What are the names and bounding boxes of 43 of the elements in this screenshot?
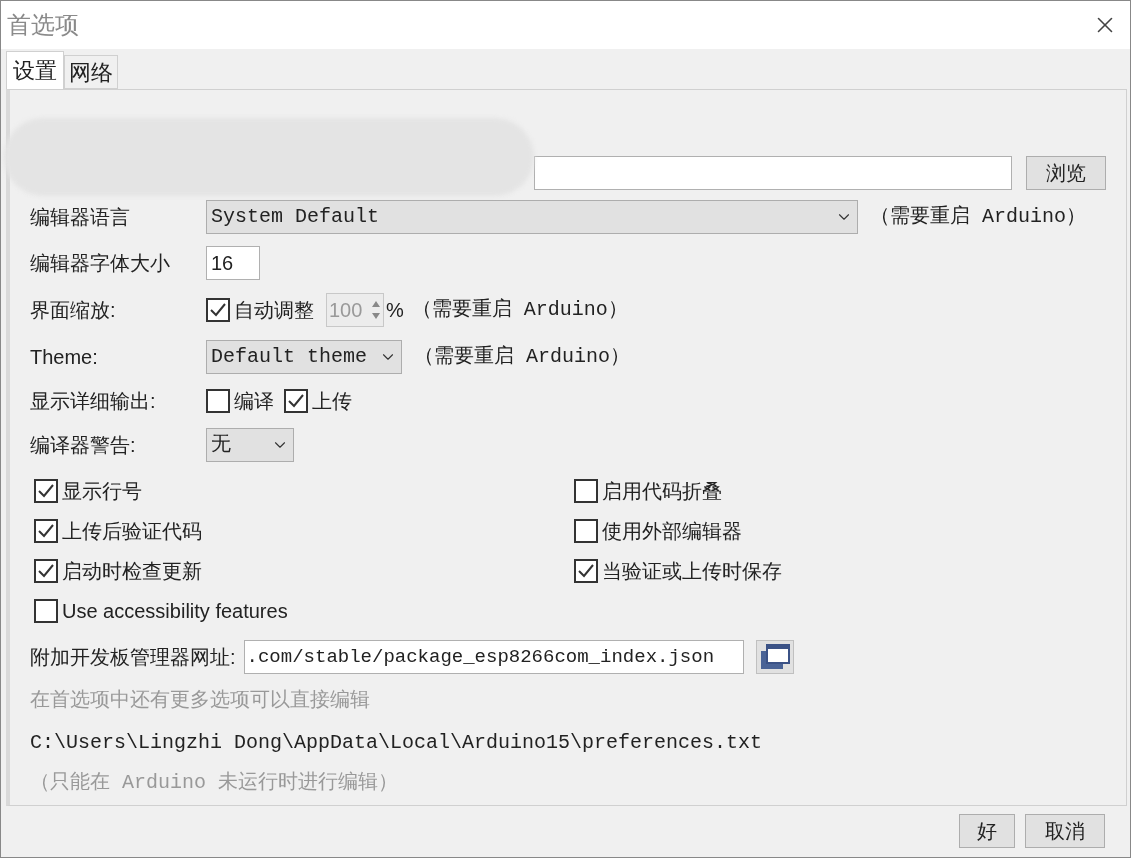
- field-label: Theme:: [30, 345, 99, 370]
- restart-note: （需要重启 Arduino）: [414, 344, 630, 370]
- field-label: 附加开发板管理器网址:: [30, 645, 236, 670]
- checkmark-icon: [37, 482, 55, 500]
- dropdown[interactable]: System Default: [206, 200, 858, 234]
- checkbox[interactable]: 上传后验证代码: [34, 516, 574, 546]
- checkbox[interactable]: 显示行号: [34, 476, 574, 506]
- window-title: 首选项: [7, 10, 79, 40]
- checkbox[interactable]: 编译: [206, 386, 274, 416]
- window-list-button[interactable]: [755, 640, 794, 674]
- tab[interactable]: 设置: [6, 51, 64, 89]
- dropdown[interactable]: Default theme: [206, 340, 402, 374]
- tab[interactable]: 网络: [64, 55, 118, 89]
- checkmark-icon: [37, 562, 55, 580]
- windows-icon: [758, 643, 791, 671]
- hint-text: 在首选项中还有更多选项可以直接编辑: [30, 687, 371, 712]
- board-url-field[interactable]: .com/stable/package_esp8266com_index.json: [243, 640, 744, 674]
- unit-label: %: [386, 298, 404, 323]
- checkmark-icon: [287, 392, 305, 410]
- field-label: 显示详细输出:: [30, 389, 157, 414]
- checkbox[interactable]: 启用代码折叠: [574, 476, 1106, 506]
- field-label: 编辑器字体大小: [30, 251, 171, 276]
- font-size-field[interactable]: 16: [206, 246, 260, 280]
- checkbox[interactable]: 当验证或上传时保存: [574, 556, 1106, 586]
- checkmark-icon: [209, 301, 227, 319]
- field-label: 编辑器语言: [30, 205, 131, 230]
- field-label: 界面缩放:: [30, 298, 117, 323]
- checkbox[interactable]: 使用外部编辑器: [574, 516, 1106, 546]
- edit-note: （只能在 Arduino 未运行时进行编辑）: [30, 770, 400, 796]
- dropdown[interactable]: 无: [206, 428, 294, 462]
- checkbox[interactable]: 启动时检查更新: [34, 556, 574, 586]
- dialog-button[interactable]: 取消: [1025, 814, 1105, 848]
- preferences-path: C:\Users\Lingzhi Dong\AppData\Local\Arduino15\preferences.txt: [30, 730, 764, 756]
- field-label: 编译器警告:: [30, 433, 137, 458]
- dialog-button[interactable]: 好: [959, 814, 1015, 848]
- checkmark-icon: [37, 522, 55, 540]
- restart-note: （需要重启 Arduino）: [870, 204, 1086, 230]
- path-field[interactable]: [534, 156, 1012, 190]
- browse-button[interactable]: 浏览: [1026, 156, 1106, 190]
- restart-note: （需要重启 Arduino）: [411, 297, 628, 323]
- checkbox[interactable]: Use accessibility features: [34, 596, 574, 626]
- checkbox[interactable]: 上传: [284, 386, 352, 416]
- checkmark-icon: [577, 562, 595, 580]
